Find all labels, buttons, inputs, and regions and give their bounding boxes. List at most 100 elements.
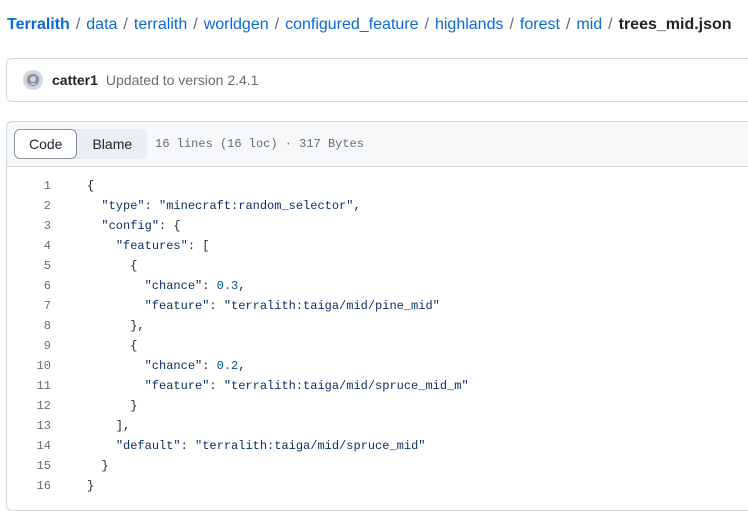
breadcrumb-link-terralith[interactable]: Terralith	[7, 16, 70, 34]
line-number[interactable]: 3	[7, 216, 51, 236]
line-number[interactable]: 9	[7, 336, 51, 356]
line-number[interactable]: 7	[7, 296, 51, 316]
line-number[interactable]: 14	[7, 436, 51, 456]
code-token: :	[202, 279, 217, 293]
code-line: 8 },	[7, 316, 748, 336]
line-content: "feature": "terralith:taiga/mid/spruce_m…	[51, 376, 469, 396]
code-line: 3 "config": {	[7, 216, 748, 236]
line-number[interactable]: 11	[7, 376, 51, 396]
code-token: :	[180, 439, 196, 453]
line-content: "feature": "terralith:taiga/mid/pine_mid…	[51, 296, 440, 316]
code-token: {	[87, 259, 138, 273]
file-header: Code Blame 16 lines (16 loc) · 317 Bytes	[7, 122, 748, 167]
code-token: {	[87, 339, 138, 353]
breadcrumb-link-configured-feature[interactable]: configured_feature	[285, 16, 418, 34]
commit-message-link[interactable]: Updated to version 2.4.1	[106, 72, 259, 88]
breadcrumb-link-data[interactable]: data	[86, 16, 117, 34]
code-line: 5 {	[7, 256, 748, 276]
code-token: : {	[159, 219, 181, 233]
code-token: },	[87, 319, 145, 333]
line-number[interactable]: 12	[7, 396, 51, 416]
github-avatar-icon[interactable]	[23, 70, 43, 90]
line-content: {	[51, 176, 94, 196]
code-token: :	[144, 199, 160, 213]
line-content: "features": [	[51, 236, 210, 256]
commit-author-link[interactable]: catter1	[52, 72, 98, 88]
line-content: "config": {	[51, 216, 181, 236]
breadcrumb-link-worldgen[interactable]: worldgen	[204, 16, 269, 34]
code-line: 9 {	[7, 336, 748, 356]
line-number[interactable]: 4	[7, 236, 51, 256]
line-content: "chance": 0.2,	[51, 356, 246, 376]
line-number[interactable]: 15	[7, 456, 51, 476]
breadcrumb-separator: /	[274, 16, 280, 33]
code-token: ,	[353, 199, 361, 213]
code-token: {	[87, 179, 95, 193]
code-line: 15 }	[7, 456, 748, 476]
latest-commit-bar: catter1 Updated to version 2.4.1	[6, 58, 748, 102]
breadcrumb-link-terralith[interactable]: terralith	[134, 16, 187, 34]
line-number[interactable]: 1	[7, 176, 51, 196]
line-number[interactable]: 10	[7, 356, 51, 376]
code-token: :	[209, 299, 224, 313]
code-token: 0.2	[216, 359, 239, 373]
code-line: 13 ],	[7, 416, 748, 436]
line-content: {	[51, 336, 137, 356]
code-tab-button[interactable]: Code	[14, 129, 78, 159]
line-content: {	[51, 256, 137, 276]
code-token: }	[87, 479, 95, 493]
breadcrumb-link-mid[interactable]: mid	[576, 16, 602, 34]
line-content: "type": "minecraft:random_selector",	[51, 196, 361, 216]
breadcrumb-separator: /	[565, 16, 571, 33]
code-line: 14 "default": "terralith:taiga/mid/spruc…	[7, 436, 748, 456]
breadcrumb-separator: /	[75, 16, 81, 33]
code-listing: 1{2 "type": "minecraft:random_selector",…	[7, 167, 748, 496]
code-token: }	[87, 459, 109, 473]
code-token: }	[87, 399, 138, 413]
file-viewer: Code Blame 16 lines (16 loc) · 317 Bytes…	[6, 121, 748, 511]
code-token: "minecraft:random_selector"	[159, 199, 354, 213]
breadcrumb-separator: /	[193, 16, 198, 33]
code-token: ],	[87, 419, 131, 433]
breadcrumb-separator: /	[509, 16, 514, 33]
line-content: ],	[51, 416, 130, 436]
breadcrumb-link-highlands[interactable]: highlands	[435, 16, 504, 34]
code-token: "default"	[115, 439, 181, 453]
line-content: }	[51, 396, 137, 416]
code-line: 12 }	[7, 396, 748, 416]
code-token: "config"	[101, 219, 160, 233]
code-token: "chance"	[144, 279, 203, 293]
code-line: 6 "chance": 0.3,	[7, 276, 748, 296]
code-token: : [	[187, 239, 210, 253]
code-line: 4 "features": [	[7, 236, 748, 256]
code-token: "features"	[115, 239, 188, 253]
code-token: 0.3	[216, 279, 239, 293]
breadcrumb-separator: /	[123, 16, 128, 33]
code-token: "feature"	[144, 299, 210, 313]
breadcrumb: Terralith / data / terralith / worldgen / config…	[7, 14, 748, 36]
breadcrumb-separator: /	[424, 16, 429, 33]
code-line: 1{	[7, 176, 748, 196]
line-number[interactable]: 16	[7, 476, 51, 496]
line-number[interactable]: 5	[7, 256, 51, 276]
line-number[interactable]: 13	[7, 416, 51, 436]
code-token: "feature"	[144, 379, 210, 393]
blame-tab-button[interactable]: Blame	[77, 129, 147, 159]
line-content: "chance": 0.3,	[51, 276, 246, 296]
code-line: 2 "type": "minecraft:random_selector",	[7, 196, 748, 216]
line-number[interactable]: 8	[7, 316, 51, 336]
code-token: "chance"	[144, 359, 203, 373]
line-number[interactable]: 6	[7, 276, 51, 296]
code-token: "terralith:taiga/mid/spruce_mid_m"	[223, 379, 469, 393]
breadcrumb-link-forest[interactable]: forest	[520, 16, 560, 34]
code-line: 16}	[7, 476, 748, 496]
file-meta-info: 16 lines (16 loc) · 317 Bytes	[155, 137, 364, 151]
code-line: 10 "chance": 0.2,	[7, 356, 748, 376]
line-number[interactable]: 2	[7, 196, 51, 216]
breadcrumb-separator: /	[608, 16, 613, 33]
